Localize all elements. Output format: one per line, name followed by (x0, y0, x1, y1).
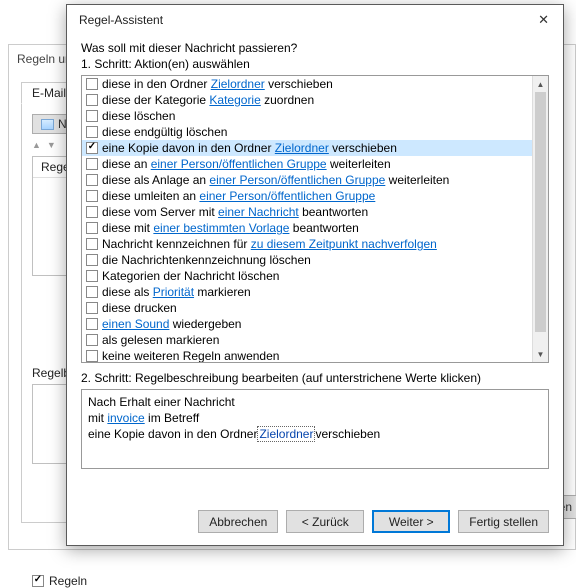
action-param-link[interactable]: Zielordner (275, 141, 329, 155)
action-label: diese der Kategorie Kategorie zuordnen (102, 92, 314, 108)
action-checkbox[interactable] (86, 350, 98, 362)
action-checkbox[interactable] (86, 174, 98, 186)
move-down-icon[interactable]: ▼ (47, 140, 56, 150)
action-row[interactable]: diese als Anlage an einer Person/öffentl… (82, 172, 532, 188)
action-row[interactable]: diese umleiten an einer Person/öffentlic… (82, 188, 532, 204)
action-param-link[interactable]: einen Sound (102, 317, 169, 331)
action-label: diese vom Server mit einer Nachricht bea… (102, 204, 368, 220)
action-param-link[interactable]: einer Person/öffentlichen Gruppe (199, 189, 375, 203)
action-checkbox[interactable] (86, 94, 98, 106)
enable-rules-checkbox[interactable] (32, 575, 44, 587)
new-icon (41, 119, 54, 130)
action-row[interactable]: diese als Priorität markieren (82, 284, 532, 300)
action-label: einen Sound wiedergeben (102, 316, 241, 332)
action-param-link[interactable]: Zielordner (211, 77, 265, 91)
action-row[interactable]: diese der Kategorie Kategorie zuordnen (82, 92, 532, 108)
back-button[interactable]: < Zurück (286, 510, 364, 533)
action-checkbox[interactable] (86, 222, 98, 234)
action-label: diese endgültig löschen (102, 124, 227, 140)
action-label: eine Kopie davon in den Ordner Zielordne… (102, 140, 397, 156)
step1-label: 1. Schritt: Aktion(en) auswählen (81, 57, 549, 71)
scrollbar[interactable]: ▲ ▼ (532, 76, 548, 362)
desc-line-3: eine Kopie davon in den OrdnerZielordner… (88, 426, 542, 442)
action-checkbox[interactable] (86, 238, 98, 250)
action-label: diese umleiten an einer Person/öffentlic… (102, 188, 375, 204)
action-row[interactable]: diese drucken (82, 300, 532, 316)
desc-line-2: mit invoice im Betreff (88, 410, 542, 426)
step2-label: 2. Schritt: Regelbeschreibung bearbeiten… (81, 371, 549, 385)
action-label: Nachricht kennzeichnen für zu diesem Zei… (102, 236, 437, 252)
action-row[interactable]: Nachricht kennzeichnen für zu diesem Zei… (82, 236, 532, 252)
wizard-titlebar: Regel-Assistent ✕ (67, 5, 563, 35)
action-row[interactable]: diese mit einer bestimmten Vorlage beant… (82, 220, 532, 236)
action-label: diese in den Ordner Zielordner verschieb… (102, 76, 333, 92)
action-row[interactable]: diese löschen (82, 108, 532, 124)
scroll-up-icon[interactable]: ▲ (533, 76, 548, 92)
action-checkbox[interactable] (86, 78, 98, 90)
cancel-button[interactable]: Abbrechen (198, 510, 278, 533)
rule-description-editor[interactable]: Nach Erhalt einer Nachricht mit invoice … (81, 389, 549, 469)
action-row[interactable]: diese in den Ordner Zielordner verschieb… (82, 76, 532, 92)
action-param-link[interactable]: Kategorie (209, 93, 260, 107)
action-row[interactable]: diese an einer Person/öffentlichen Grupp… (82, 156, 532, 172)
action-checkbox[interactable] (86, 158, 98, 170)
move-up-icon[interactable]: ▲ (32, 140, 41, 150)
action-label: diese an einer Person/öffentlichen Grupp… (102, 156, 391, 172)
desc-line-1: Nach Erhalt einer Nachricht (88, 394, 542, 410)
action-row[interactable]: keine weiteren Regeln anwenden (82, 348, 532, 362)
wizard-title: Regel-Assistent (79, 13, 163, 27)
desc-link-invoice[interactable]: invoice (107, 411, 144, 425)
action-checkbox[interactable] (86, 190, 98, 202)
action-param-link[interactable]: einer Person/öffentlichen Gruppe (151, 157, 327, 171)
action-label: Kategorien der Nachricht löschen (102, 268, 279, 284)
finish-button[interactable]: Fertig stellen (458, 510, 549, 533)
action-label: die Nachrichtenkennzeichnung löschen (102, 252, 311, 268)
next-button[interactable]: Weiter > (372, 510, 450, 533)
action-label: diese löschen (102, 108, 175, 124)
action-checkbox[interactable] (86, 142, 98, 154)
desc-link-target-folder[interactable]: Zielordner (257, 426, 315, 442)
action-checkbox[interactable] (86, 318, 98, 330)
action-checkbox[interactable] (86, 206, 98, 218)
action-row[interactable]: diese vom Server mit einer Nachricht bea… (82, 204, 532, 220)
scroll-thumb[interactable] (535, 92, 546, 332)
action-param-link[interactable]: Priorität (153, 285, 194, 299)
action-row[interactable]: diese endgültig löschen (82, 124, 532, 140)
action-param-link[interactable]: einer Person/öffentlichen Gruppe (209, 173, 385, 187)
close-icon[interactable]: ✕ (532, 8, 555, 32)
wizard-question: Was soll mit dieser Nachricht passieren? (81, 41, 549, 55)
action-row[interactable]: die Nachrichtenkennzeichnung löschen (82, 252, 532, 268)
action-checkbox[interactable] (86, 286, 98, 298)
action-checkbox[interactable] (86, 126, 98, 138)
action-row[interactable]: eine Kopie davon in den Ordner Zielordne… (82, 140, 532, 156)
enable-rules-label: Regeln (49, 574, 87, 588)
action-label: diese mit einer bestimmten Vorlage beant… (102, 220, 359, 236)
action-row[interactable]: Kategorien der Nachricht löschen (82, 268, 532, 284)
rule-wizard-dialog: Regel-Assistent ✕ Was soll mit dieser Na… (66, 4, 564, 546)
action-row[interactable]: als gelesen markieren (82, 332, 532, 348)
action-checkbox[interactable] (86, 254, 98, 266)
action-checkbox[interactable] (86, 270, 98, 282)
action-label: diese drucken (102, 300, 177, 316)
action-label: als gelesen markieren (102, 332, 219, 348)
action-checkbox[interactable] (86, 110, 98, 122)
action-label: diese als Priorität markieren (102, 284, 251, 300)
action-checkbox[interactable] (86, 334, 98, 346)
scroll-down-icon[interactable]: ▼ (533, 346, 548, 362)
action-param-link[interactable]: einer bestimmten Vorlage (153, 221, 289, 235)
action-label: keine weiteren Regeln anwenden (102, 348, 279, 362)
action-checkbox[interactable] (86, 302, 98, 314)
action-param-link[interactable]: zu diesem Zeitpunkt nachverfolgen (251, 237, 437, 251)
action-row[interactable]: einen Sound wiedergeben (82, 316, 532, 332)
action-param-link[interactable]: einer Nachricht (218, 205, 299, 219)
actions-listbox[interactable]: diese in den Ordner Zielordner verschieb… (81, 75, 549, 363)
action-label: diese als Anlage an einer Person/öffentl… (102, 172, 449, 188)
